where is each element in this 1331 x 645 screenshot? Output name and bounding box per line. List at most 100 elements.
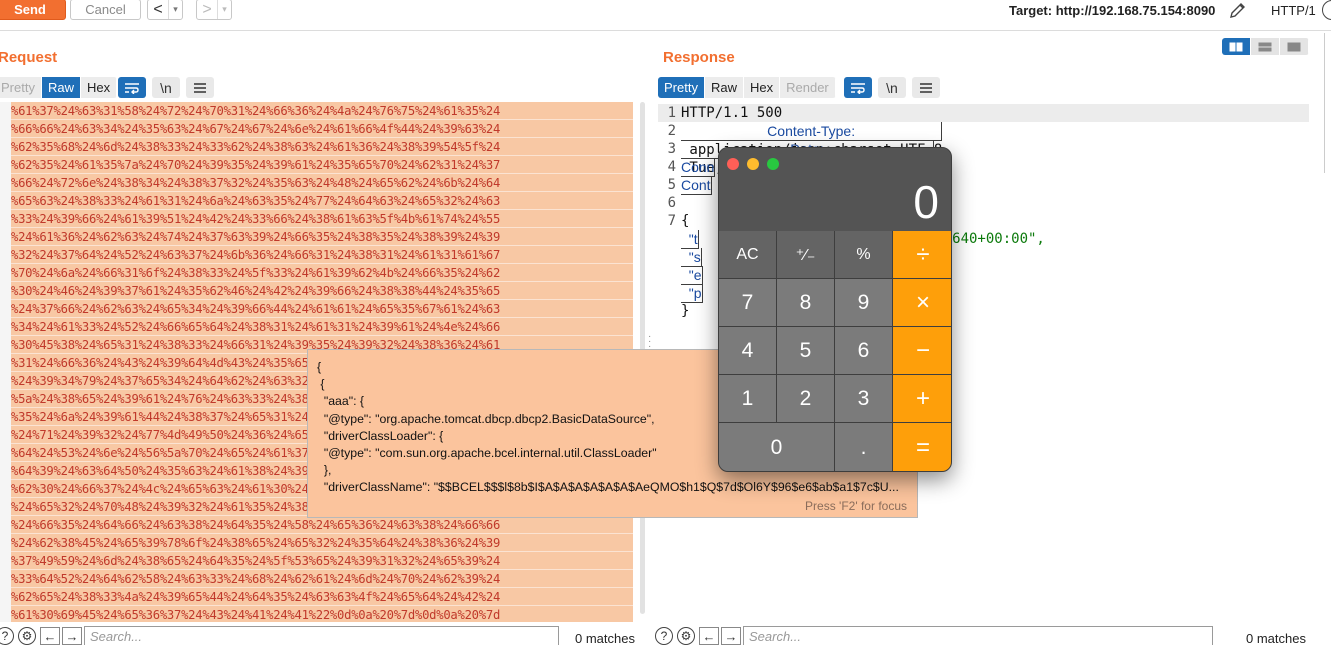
minimize-window-icon[interactable] — [747, 158, 759, 170]
line-number: 3 — [667, 141, 676, 157]
calc-key-2[interactable]: 2 — [777, 375, 835, 423]
calc-key-sign[interactable]: ⁺∕₋ — [777, 231, 835, 279]
request-search-bar: ? ⚙ ← → — [0, 626, 559, 645]
response-code: } — [681, 302, 689, 320]
line-number: 2 — [667, 123, 676, 139]
line-number: 1 — [667, 105, 676, 121]
protocol-label[interactable]: HTTP/1 — [1271, 3, 1316, 18]
calc-key-minus[interactable]: − — [893, 327, 951, 375]
response-tab-hex[interactable]: Hex — [743, 77, 781, 98]
response-code: "s — [681, 248, 702, 267]
top-toolbar: Send Cancel < ▾ > ▾ Target: http://192.1… — [0, 0, 1331, 22]
response-wrap-lines-button[interactable] — [844, 77, 872, 98]
request-body-line: %61%30%69%45%24%65%36%37%24%43%24%41%24%… — [11, 606, 633, 622]
response-view-tabs: Pretty Raw Hex Render — [658, 77, 836, 98]
request-tab-pretty[interactable]: Pretty — [0, 77, 42, 98]
calc-key-9[interactable]: 9 — [835, 279, 893, 327]
chevron-down-icon[interactable]: ▾ — [168, 0, 182, 19]
help-icon[interactable]: ? — [0, 627, 14, 645]
cancel-button[interactable]: Cancel — [70, 0, 141, 20]
layout-side-by-side-button[interactable] — [1222, 38, 1251, 55]
show-newlines-button[interactable]: \n — [152, 77, 180, 98]
response-code: "p — [681, 284, 703, 303]
wrap-lines-button[interactable] — [118, 77, 146, 98]
request-gutter — [0, 102, 11, 622]
request-body-line: %33%24%39%66%24%61%39%51%24%42%24%33%66%… — [11, 210, 633, 228]
calc-key-multiply[interactable]: × — [893, 279, 951, 327]
calc-key-equals[interactable]: = — [893, 423, 951, 471]
chevron-down-icon[interactable]: ▾ — [217, 0, 231, 19]
calc-key-1[interactable]: 1 — [719, 375, 777, 423]
request-body-line: %24%37%66%24%62%63%24%65%34%24%39%66%44%… — [11, 300, 633, 318]
wrap-icon — [851, 82, 865, 94]
calc-key-clear[interactable]: AC — [719, 231, 777, 279]
request-body-line: %70%24%6a%24%66%31%6f%24%38%33%24%5f%33%… — [11, 264, 633, 282]
calc-key-percent[interactable]: % — [835, 231, 893, 279]
code-text: "s — [681, 248, 702, 267]
target-label: Target: http://192.168.75.154:8090 — [1009, 3, 1216, 18]
gear-icon[interactable]: ⚙ — [677, 627, 695, 645]
zoom-window-icon[interactable] — [767, 158, 779, 170]
request-body-line: %33%64%52%24%64%62%58%24%63%33%24%68%24%… — [11, 570, 633, 588]
calc-key-5[interactable]: 5 — [777, 327, 835, 375]
request-body-line: %66%66%24%63%34%24%35%63%24%67%24%67%24%… — [11, 120, 633, 138]
back-arrow-icon[interactable]: < — [148, 1, 168, 19]
response-code: Conn — [681, 158, 716, 177]
hamburger-icon — [194, 82, 206, 93]
help-icon[interactable] — [1322, 0, 1331, 20]
pencil-icon[interactable] — [1228, 0, 1248, 20]
search-prev-icon[interactable]: ← — [40, 627, 60, 645]
request-body-line: %62%65%24%38%33%4a%24%39%65%44%24%64%35%… — [11, 588, 633, 606]
calc-key-3[interactable]: 3 — [835, 375, 893, 423]
request-body-line: %24%66%35%24%64%66%24%63%38%24%64%35%24%… — [11, 516, 633, 534]
response-menu-button[interactable] — [912, 77, 940, 98]
line-number: 6 — [667, 195, 676, 211]
request-menu-button[interactable] — [186, 77, 214, 98]
header-name: Content-Type: — [681, 122, 943, 141]
layout-tabs-button[interactable] — [1280, 38, 1309, 55]
calc-key-decimal[interactable]: . — [835, 423, 893, 471]
wrap-icon — [125, 82, 139, 94]
response-tab-render[interactable]: Render — [780, 77, 836, 98]
help-icon[interactable]: ? — [655, 627, 673, 645]
code-text: "p — [681, 284, 703, 303]
calc-key-6[interactable]: 6 — [835, 327, 893, 375]
calc-key-4[interactable]: 4 — [719, 327, 777, 375]
code-text: HTTP/1.1 500 — [681, 105, 783, 121]
calc-key-8[interactable]: 8 — [777, 279, 835, 327]
calc-key-0[interactable]: 0 — [719, 423, 835, 471]
response-search-input[interactable] — [743, 626, 1213, 645]
send-button[interactable]: Send — [0, 0, 66, 20]
close-window-icon[interactable] — [727, 158, 739, 170]
calc-key-divide[interactable]: ÷ — [893, 231, 951, 279]
code-text: "e — [681, 266, 703, 285]
layout-toggle — [1222, 38, 1309, 55]
search-next-icon[interactable]: → — [62, 627, 82, 645]
header-name: Cont — [681, 176, 712, 195]
layout-stacked-button[interactable] — [1251, 38, 1280, 55]
request-search-input[interactable] — [84, 626, 559, 645]
calculator-display: 0 — [913, 176, 939, 228]
request-body-line: %34%24%61%33%24%52%24%66%65%64%24%38%31%… — [11, 318, 633, 336]
calc-key-plus[interactable]: + — [893, 375, 951, 423]
history-back-group[interactable]: < ▾ — [147, 0, 183, 20]
response-tab-raw[interactable]: Raw — [704, 77, 744, 98]
search-next-icon[interactable]: → — [721, 627, 741, 645]
header-name: Conn — [681, 158, 716, 177]
calc-key-7[interactable]: 7 — [719, 279, 777, 327]
request-title: Request — [0, 49, 58, 66]
search-prev-icon[interactable]: ← — [699, 627, 719, 645]
forward-arrow-icon[interactable]: > — [197, 1, 217, 19]
request-tab-hex[interactable]: Hex — [80, 77, 118, 98]
response-tab-pretty[interactable]: Pretty — [658, 77, 705, 98]
request-body-line: %62%35%24%61%35%7a%24%70%24%39%35%24%39%… — [11, 156, 633, 174]
panel-splitter-handle[interactable]: · · · — [648, 332, 652, 352]
gear-icon[interactable]: ⚙ — [18, 627, 36, 645]
request-body-line: %65%63%24%38%33%24%61%31%24%6a%24%63%35%… — [11, 192, 633, 210]
response-line: 1 HTTP/1.1 500 — [658, 104, 1309, 122]
request-tab-raw[interactable]: Raw — [41, 77, 81, 98]
inspector-edge[interactable] — [1324, 33, 1331, 173]
hamburger-icon — [920, 82, 932, 93]
history-forward-group[interactable]: > ▾ — [196, 0, 232, 20]
response-show-newlines-button[interactable]: \n — [878, 77, 906, 98]
